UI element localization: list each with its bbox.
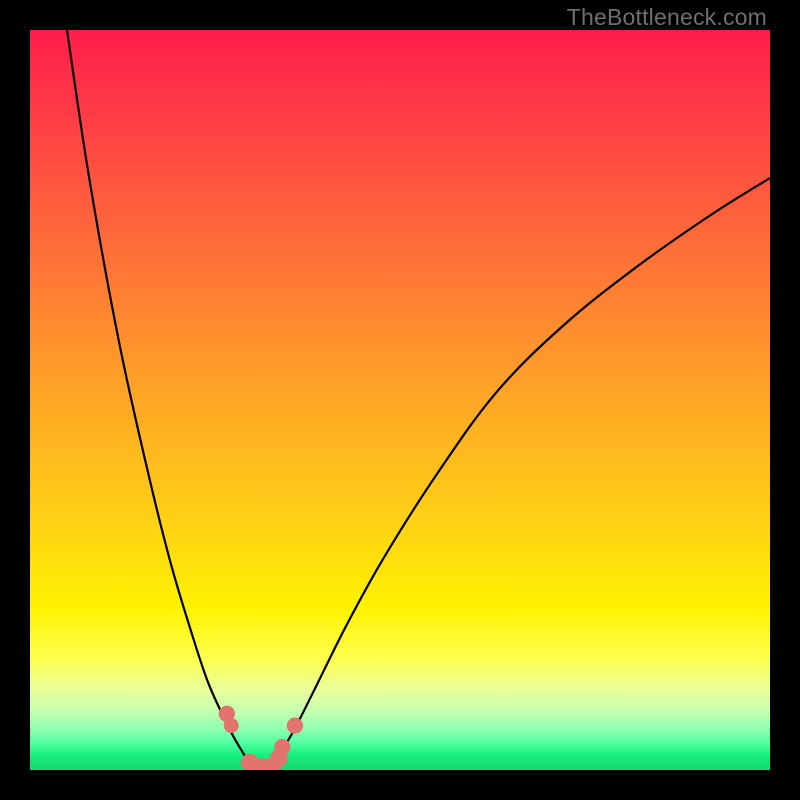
data-point	[287, 717, 303, 733]
chart-svg	[30, 30, 770, 770]
watermark-text: TheBottleneck.com	[567, 4, 767, 31]
data-point	[274, 739, 290, 755]
outer-frame: TheBottleneck.com	[0, 0, 800, 800]
curve-right	[274, 178, 770, 766]
curve-left	[67, 30, 252, 766]
data-point	[224, 718, 239, 733]
plot-area	[30, 30, 770, 770]
